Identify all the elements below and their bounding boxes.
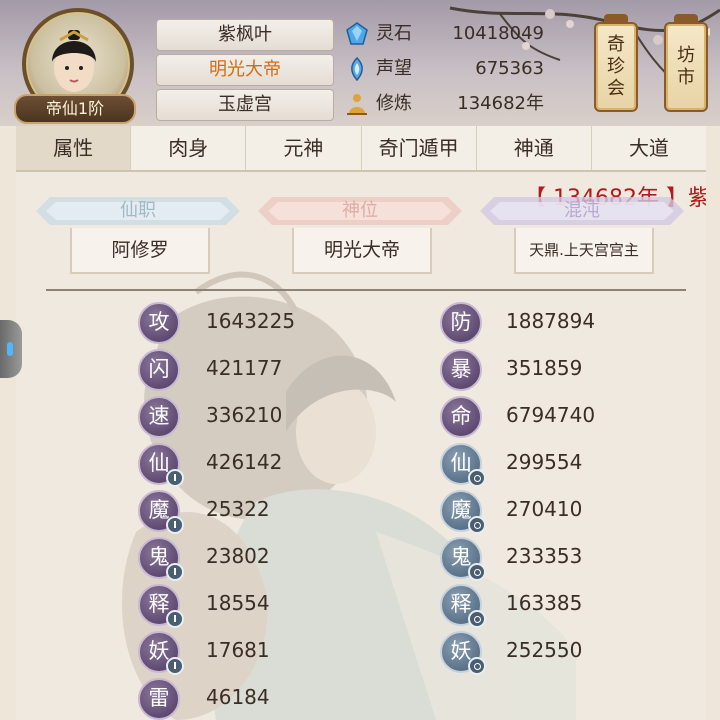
stat-ghost-defense-char: 鬼 [450,545,472,569]
immortal-post-value: 阿修罗 [70,228,210,274]
stat-immortal-attack-char: 仙 [148,451,170,475]
tab-body[interactable]: 肉身 [131,126,247,170]
rare-shop-button[interactable]: 奇 珍 会 [594,14,638,112]
chaos-value: 天鼎.上天宫宫主 [514,228,654,274]
stat-yao-defense-char: 妖 [450,639,472,663]
stat-demon-attack-value: 25322 [206,497,270,521]
cultivation-icon [347,94,367,115]
attributes-panel: 【 134682年 】紫枫 仙职 阿修罗 神位 明光大帝 混沌 天鼎.上天宫宫主… [16,172,706,720]
stat-ghost-attack-value: 23802 [206,544,270,568]
rare-shop-char-1: 奇 [607,34,625,55]
stat-ghost-defense-value: 233353 [506,544,583,568]
player-title: 明光大帝 [156,54,334,86]
stat-yao-attack-icon: 妖 [138,631,184,675]
stat-attack-icon: 攻 [138,302,180,344]
tab-divine-arts[interactable]: 神通 [477,126,592,170]
stat-demon-defense-icon: 魔 [440,490,486,534]
attack-marker-icon [166,610,184,628]
cultivation-label: 修炼 [376,93,412,114]
stat-buddha-attack-value: 18554 [206,591,270,615]
market-char-2: 市 [677,67,695,88]
stat-dodge-value: 421177 [206,356,283,380]
spirit-stone-label: 灵石 [376,23,412,44]
rare-shop-char-2: 珍 [607,56,625,77]
stat-crit-icon: 暴 [440,349,482,391]
stat-yao-defense-value: 252550 [506,638,583,662]
stat-yao-defense-icon: 妖 [440,631,486,675]
stat-buddha-defense-char: 释 [450,592,472,616]
stat-yao-attack-value: 17681 [206,638,270,662]
defense-marker-icon [468,657,486,675]
tab-attributes[interactable]: 属性 [16,126,132,170]
stat-dodge-icon: 闪 [138,349,180,391]
stat-thunder-value: 46184 [206,685,270,709]
stat-ghost-attack-char: 鬼 [148,545,170,569]
stat-immortal-attack-value: 426142 [206,450,283,474]
tab-great-dao[interactable]: 大道 [592,126,706,170]
chaos-heading: 混沌 [564,200,600,221]
attack-marker-icon [166,469,184,487]
spirit-stone-icon [346,22,368,45]
side-drawer-handle[interactable] [0,320,22,378]
stat-hp-value: 6794740 [506,403,596,427]
cultivation-value: 134682年 [457,93,544,114]
prestige-icon [351,56,363,82]
stat-buddha-defense-icon: 释 [440,584,486,628]
divine-rank-value: 明光大帝 [292,228,432,274]
market-char-1: 坊 [677,45,695,66]
stat-immortal-defense-value: 299554 [506,450,583,474]
stat-attack-value: 1643225 [206,309,296,333]
rank-badge: 帝仙1阶 [14,94,136,124]
defense-marker-icon [468,610,486,628]
tab-qimen[interactable]: 奇门遁甲 [362,126,477,170]
stat-speed-value: 336210 [206,403,283,427]
divine-rank-heading: 神位 [342,200,378,221]
stat-thunder-icon: 雷 [138,678,180,720]
stat-immortal-attack-icon: 仙 [138,443,184,487]
tab-bar: 属性 肉身 元神 奇门遁甲 神通 大道 [16,126,706,172]
stat-buddha-attack-icon: 释 [138,584,184,628]
stat-demon-defense-char: 魔 [450,498,472,522]
attack-marker-icon [166,516,184,534]
immortal-post-heading: 仙职 [120,200,156,221]
stat-demon-attack-char: 魔 [148,498,170,522]
button-cap [604,14,628,24]
defense-marker-icon [468,516,486,534]
stat-yao-attack-char: 妖 [148,639,170,663]
prestige-label: 声望 [376,58,412,79]
defense-marker-icon [468,469,486,487]
stat-defense-value: 1887894 [506,309,596,333]
top-header: 帝仙1阶 紫枫叶 明光大帝 玉虚宫 灵石 10418049 声望 675363 … [0,0,720,126]
stat-ghost-defense-icon: 鬼 [440,537,486,581]
stat-demon-attack-icon: 魔 [138,490,184,534]
prestige-value: 675363 [475,58,544,79]
market-button[interactable]: 坊 市 [664,14,708,112]
stat-buddha-attack-char: 释 [148,592,170,616]
stat-defense-icon: 防 [440,302,482,344]
section-divider [46,289,686,291]
stat-buddha-defense-value: 163385 [506,591,583,615]
stat-immortal-defense-icon: 仙 [440,443,486,487]
stat-immortal-defense-char: 仙 [450,451,472,475]
button-cap [674,14,698,24]
stat-hp-icon: 命 [440,396,482,438]
stat-crit-value: 351859 [506,356,583,380]
attack-marker-icon [166,563,184,581]
tab-spirit[interactable]: 元神 [246,126,362,170]
player-sect: 玉虚宫 [156,89,334,121]
spirit-stone-value: 10418049 [452,23,544,44]
defense-marker-icon [468,563,486,581]
stat-ghost-attack-icon: 鬼 [138,537,184,581]
stat-demon-defense-value: 270410 [506,497,583,521]
rare-shop-char-3: 会 [607,78,625,99]
stat-speed-icon: 速 [138,396,180,438]
player-name: 紫枫叶 [156,19,334,51]
attack-marker-icon [166,657,184,675]
